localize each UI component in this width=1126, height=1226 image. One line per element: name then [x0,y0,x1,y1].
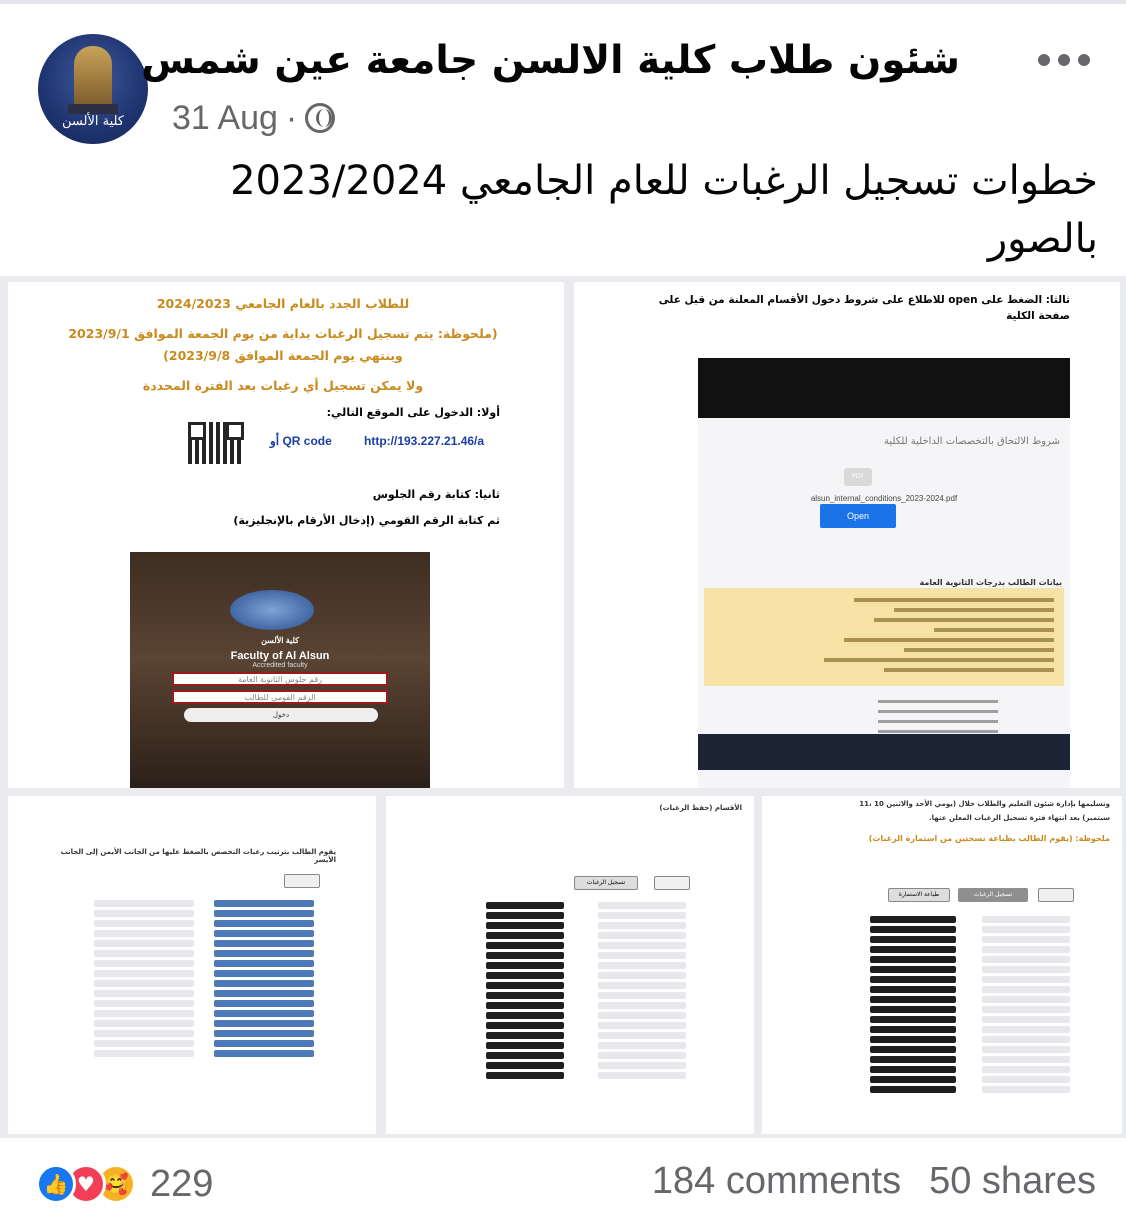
shares-count[interactable]: 50 shares [929,1160,1096,1203]
photo1-step-3: ثم كتابة الرقم القومي (إدخال الأرقام بال… [233,514,500,527]
conditions-title: شروط الالتحاق بالتخصصات الداخلية للكلية [884,436,1060,447]
save-preferences-button: تسجيل الرغبات [958,888,1028,902]
post-meta: 31 Aug · [172,96,336,140]
photo1-step-2: ثانيا: كتابة رقم الجلوس [372,488,500,501]
photo-5[interactable]: وتسليمها بإدارة شئون التعليم والطلاب خلا… [762,796,1122,1134]
photo5-note: ملحوظة: (يقوم الطالب بطباعة نسختين من اس… [868,834,1110,843]
ranked-list [870,916,956,1096]
pdf-filename: alsun_internal_conditions_2023-2024.pdf [810,494,958,503]
comments-count[interactable]: 184 comments [652,1160,901,1203]
login-button: دخول [184,708,378,722]
photo-3[interactable]: يقوم الطالب بترتيب رغبات التخصص بالضغط ع… [8,796,376,1134]
caption-line-2: بالصور [987,216,1098,262]
photo1-qr-label: QR code أو [270,434,332,448]
screen-bottom-bar [698,734,1070,770]
photo1-step-1: أولا: الدخول على الموقع التالي: [326,406,500,419]
qr-code-icon [188,422,244,464]
photo1-heading: للطلاب الجدد بالعام الجامعي 2024/2023 [156,296,410,311]
options-list [214,900,314,1060]
page-avatar[interactable]: كلية الألسن [38,34,148,144]
refresh-icon [1038,888,1074,902]
seat-number-field: رقم جلوس الثانوية العامة [172,672,388,686]
print-form-button: طباعة الاستمارة [888,888,950,902]
reactions-summary[interactable]: 👍 ♥ 🥰 229 [36,1162,213,1206]
login-screenshot: كلية الألسن Faculty of Al Alsun Accredit… [130,552,430,788]
refresh-icon [654,876,690,890]
like-icon: 👍 [36,1164,76,1204]
photo4-top-text: الأقسام (حفظ الرغبات) [659,804,742,812]
student-data-title: بيانات الطالب بدرجات الثانوية العامة [919,578,1062,587]
reaction-count: 229 [150,1162,214,1205]
page-name-link[interactable]: شئون طلاب كلية الالسن جامعة عين شمس [141,38,960,83]
conditions-screenshot: شروط الالتحاق بالتخصصات الداخلية للكلية … [698,358,1070,788]
photo3-note: يقوم الطالب بترتيب رغبات التخصص بالضغط ع… [60,848,336,864]
caption-line-1: خطوات تسجيل الرغبات للعام الجامعي 2023/2… [230,158,1098,204]
save-preferences-button: تسجيل الرغبات [574,876,638,890]
refresh-icon [284,874,320,888]
ranked-list [486,902,564,1082]
photo2-instruction: ثالثا: الضغط على open للاطلاع على شروط د… [658,294,1070,322]
selected-list [94,900,194,1060]
photo-2[interactable]: ثالثا: الضغط على open للاطلاع على شروط د… [574,282,1120,788]
site-title: Faculty of Al Alsun [230,650,330,662]
faculty-emblem-icon [74,46,112,108]
photo1-link: http://193.227.21.46/a [364,434,485,448]
pdf-icon: PDF [844,468,872,486]
site-subtitle: Accredited faculty [252,662,308,669]
screen-top-bar [698,358,1070,418]
site-label: كلية الألسن [261,636,299,645]
student-data-box [704,588,1064,686]
open-button: Open [820,504,896,528]
photo-1[interactable]: للطلاب الجدد بالعام الجامعي 2024/2023 (م… [8,282,564,788]
photo5-line-1: وتسليمها بإدارة شئون التعليم والطلاب خلا… [859,800,1110,808]
globe-logo-icon [230,590,314,630]
top-divider [0,0,1126,4]
meta-separator: · [285,98,298,137]
more-options-icon[interactable] [1032,42,1096,78]
globe-icon[interactable] [305,103,336,133]
avatar-logo-text: كلية الألسن [62,114,124,129]
engagement-stats: 184 comments 50 shares [652,1160,1096,1203]
post-date[interactable]: 31 Aug [172,99,278,138]
empty-list [982,916,1070,1096]
pdf-label: PDF [852,473,864,480]
emblem-base [68,104,118,114]
photo1-note-2: وينتهي يوم الجمعة الموافق 2023/9/8) [163,348,403,363]
photo1-note-3: ولا يمكن تسجيل أي رغبات بعد الفترة المحد… [142,378,424,393]
photo1-note-1: (ملحوظة: يتم تسجيل الرغبات بداية من يوم … [68,326,498,341]
national-id-field: الرقم القومي للطالب [172,690,388,704]
photo-4[interactable]: الأقسام (حفظ الرغبات) تسجيل الرغبات [386,796,754,1134]
empty-list [598,902,686,1082]
photo5-line-2: سبتمبر) بعد انتهاء فترة تسجيل الرغبات ال… [929,814,1110,822]
post-caption: خطوات تسجيل الرغبات للعام الجامعي 2023/2… [138,152,1098,268]
